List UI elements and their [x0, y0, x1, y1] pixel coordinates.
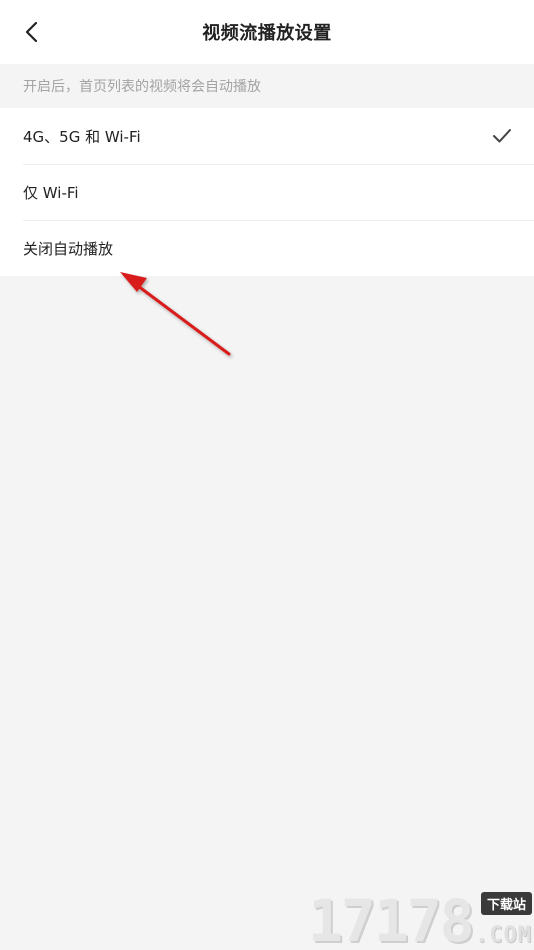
chevron-left-icon: [25, 21, 38, 43]
option-label: 4G、5G 和 Wi-Fi: [23, 127, 141, 146]
autoplay-hint: 开启后，首页列表的视频将会自动播放: [0, 64, 534, 108]
option-wifi-only[interactable]: 仅 Wi-Fi: [0, 164, 534, 220]
checkmark-icon: [493, 129, 511, 143]
page-title: 视频流播放设置: [202, 23, 332, 44]
watermark-suffix: .COM: [475, 923, 532, 948]
autoplay-options-list: 4G、5G 和 Wi-Fi 仅 Wi-Fi 关闭自动播放: [0, 108, 534, 276]
option-label: 关闭自动播放: [23, 239, 114, 258]
nav-bar: 视频流播放设置: [0, 0, 534, 64]
option-4g-5g-wifi[interactable]: 4G、5G 和 Wi-Fi: [0, 108, 534, 164]
hint-text: 开启后，首页列表的视频将会自动播放: [23, 79, 261, 95]
option-disable-autoplay[interactable]: 关闭自动播放: [0, 220, 534, 276]
option-label: 仅 Wi-Fi: [23, 183, 79, 202]
watermark-badge: 下载站: [480, 892, 532, 915]
back-button[interactable]: [16, 16, 48, 48]
app-screen: 视频流播放设置 开启后，首页列表的视频将会自动播放 4G、5G 和 Wi-Fi …: [0, 0, 534, 950]
watermark-digits: 17178: [308, 887, 475, 950]
site-watermark: 17178 下载站 .COM: [308, 888, 534, 950]
